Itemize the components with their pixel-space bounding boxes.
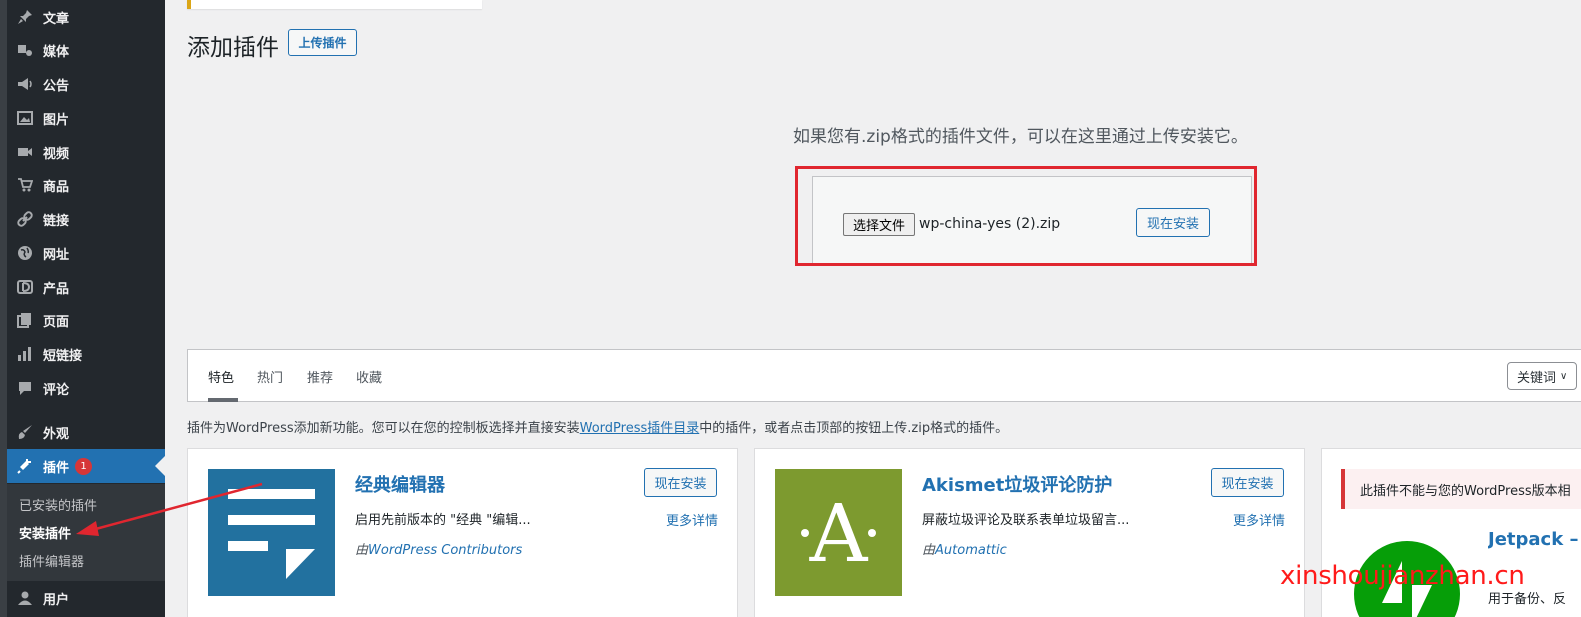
plugin-directory-link[interactable]: WordPress插件目录 [580, 421, 700, 436]
plugin-description: 屏蔽垃圾评论及联系表单垃圾留言... [922, 513, 1130, 528]
compatibility-notice: 此插件不能与您的WordPress版本相 [1341, 469, 1581, 509]
chevron-down-icon: ∨ [1560, 370, 1568, 382]
plugins-intro-text: 插件为WordPress添加新功能。您可以在您的控制板选择并直接安装WordPr… [187, 417, 1008, 436]
plugin-author: 由Automattic [922, 539, 1007, 558]
akismet-icon: A [775, 469, 902, 596]
plugin-title[interactable]: Akismet垃圾评论防护 [922, 471, 1112, 497]
plugin-title[interactable]: Jetpack – 份、加速和 [1488, 529, 1581, 550]
more-details-link[interactable]: 更多详情 [1233, 510, 1285, 529]
site-watermark: xinshoujianzhan.cn [1280, 561, 1525, 591]
tab-favorites[interactable]: 收藏 [356, 367, 382, 386]
install-now-button[interactable]: 现在安装 [1136, 208, 1210, 237]
intro-text-end: 中的插件，或者点击顶部的按钮上传.zip格式的插件。 [699, 421, 1009, 436]
plugin-author: 由WordPress Contributors [355, 539, 522, 558]
install-now-button[interactable]: 现在安装 [1211, 468, 1284, 497]
plugin-card-jetpack: 此插件不能与您的WordPress版本相 Jetpack – 份、加速和 用于备… [1321, 448, 1581, 617]
annotation-arrow-icon [76, 482, 263, 536]
tab-recommended[interactable]: 推荐 [307, 367, 333, 386]
search-type-value: 关键词 [1517, 370, 1557, 386]
author-prefix: 由 [922, 543, 936, 558]
plugin-card-akismet: A Akismet垃圾评论防护 屏蔽垃圾评论及联系表单垃圾留言... 由Auto… [754, 448, 1305, 617]
choose-file-button[interactable]: 选择文件 [843, 213, 915, 236]
more-details-link[interactable]: 更多详情 [666, 510, 718, 529]
author-link[interactable]: WordPress Contributors [368, 543, 522, 558]
plugin-title[interactable]: 经典编辑器 [355, 471, 445, 497]
author-prefix: 由 [355, 543, 369, 558]
selected-file-name: wp-china-yes (2).zip [919, 216, 1061, 232]
install-now-button[interactable]: 现在安装 [644, 468, 717, 497]
plugin-description: 启用先前版本的 "经典 "编辑... [355, 513, 531, 528]
svg-text:A: A [809, 487, 869, 580]
plugin-filter-bar: 特色 热门 推荐 收藏 关键词 ∨ [187, 349, 1581, 402]
search-type-select[interactable]: 关键词 ∨ [1507, 362, 1577, 390]
upload-description: 如果您有.zip格式的插件文件，可以在这里通过上传安装它。 [793, 127, 1248, 147]
author-link[interactable]: Automattic [935, 543, 1007, 558]
